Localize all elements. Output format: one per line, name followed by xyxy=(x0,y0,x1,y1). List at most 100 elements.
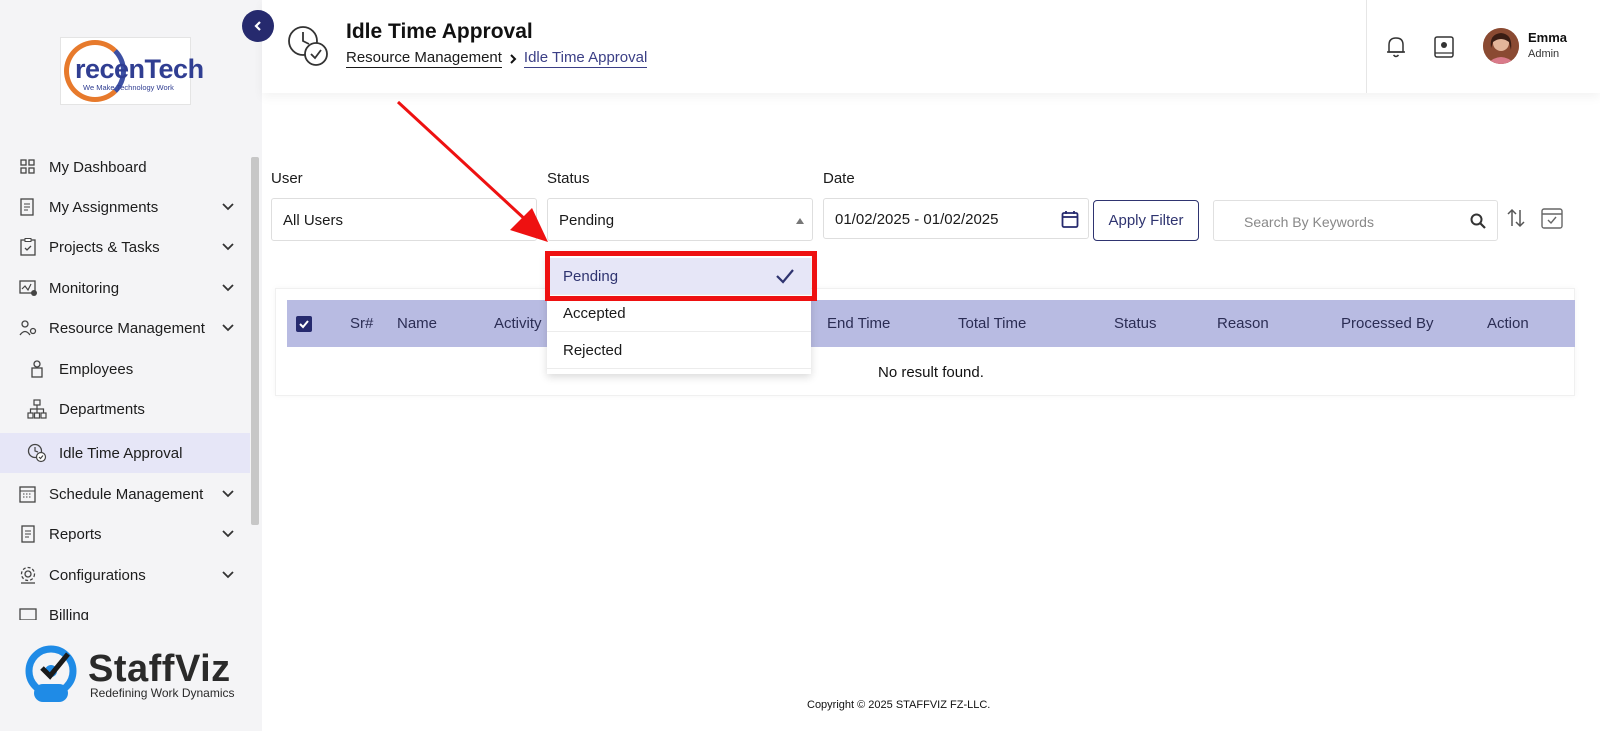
config-gear-icon xyxy=(20,566,36,584)
monitor-icon xyxy=(19,280,37,296)
breadcrumb-idle-time-approval[interactable]: Idle Time Approval xyxy=(523,49,648,68)
option-label: Accepted xyxy=(563,305,626,322)
sidebar-item-label: Billing xyxy=(49,607,90,620)
sidebar-item-employees[interactable]: Employees xyxy=(0,349,250,389)
sidebar-item-resource-management[interactable]: Resource Management xyxy=(0,308,250,348)
chevron-down-icon xyxy=(222,530,234,538)
sidebar-item-my-assignments[interactable]: My Assignments xyxy=(0,187,250,227)
breadcrumb: Resource Management Idle Time Approval xyxy=(346,49,648,68)
sidebar-item-label: Employees xyxy=(59,361,134,378)
employee-icon xyxy=(31,360,43,378)
date-filter-label: Date xyxy=(823,170,855,187)
date-range-value: 01/02/2025 - 01/02/2025 xyxy=(835,211,999,228)
column-header-action[interactable]: Action xyxy=(1487,315,1529,332)
status-select[interactable]: Pending xyxy=(547,198,813,241)
copyright: Copyright © 2025 STAFFVIZ FZ-LLC. xyxy=(807,699,991,711)
header-divider xyxy=(1366,0,1367,93)
empty-table-message: No result found. xyxy=(878,364,984,381)
chevron-right-icon xyxy=(510,53,517,64)
caret-up-icon xyxy=(796,218,804,224)
clipboard-icon xyxy=(20,238,36,256)
billing-icon xyxy=(19,608,37,620)
logo-text: recenTech xyxy=(75,54,204,84)
sidebar-item-label: Resource Management xyxy=(49,320,205,337)
brand-tagline: Redefining Work Dynamics xyxy=(90,686,235,700)
column-header-total-time[interactable]: Total Time xyxy=(958,315,1026,332)
column-header-status[interactable]: Status xyxy=(1114,315,1157,332)
bell-icon[interactable] xyxy=(1383,34,1409,60)
sidebar-nav: My Dashboard My Assignments Projects & T… xyxy=(0,145,250,620)
sidebar-item-configurations[interactable]: Configurations xyxy=(0,555,250,595)
select-all-checkbox[interactable] xyxy=(296,316,312,332)
sidebar-item-label: My Dashboard xyxy=(49,159,147,176)
sidebar-item-departments[interactable]: Departments xyxy=(0,389,250,429)
calendar-check-icon[interactable] xyxy=(1540,206,1564,230)
column-header-reason[interactable]: Reason xyxy=(1217,315,1269,332)
column-header-activity[interactable]: Activity xyxy=(494,315,542,332)
column-header-end-time[interactable]: End Time xyxy=(827,315,890,332)
chevron-down-icon xyxy=(222,284,234,292)
page-header: Idle Time Approval Resource Management I… xyxy=(262,0,1600,93)
chevron-down-icon xyxy=(222,203,234,211)
sidebar-item-label: My Assignments xyxy=(49,199,159,216)
chevron-down-icon xyxy=(222,490,234,498)
sidebar-item-label: Schedule Management xyxy=(49,486,204,503)
apply-filter-button[interactable]: Apply Filter xyxy=(1093,200,1199,241)
calendar-icon xyxy=(19,486,36,503)
user-filter-label: User xyxy=(271,170,303,187)
date-range-input[interactable]: 01/02/2025 - 01/02/2025 xyxy=(823,198,1089,239)
annotation-highlight-box xyxy=(545,251,817,301)
annotation-arrow xyxy=(396,100,548,242)
sidebar-item-billing[interactable]: Billing xyxy=(0,595,250,620)
sidebar-item-monitoring[interactable]: Monitoring xyxy=(0,268,250,308)
clock-check-icon xyxy=(288,26,328,66)
user-name: Emma xyxy=(1528,30,1568,45)
column-header-name[interactable]: Name xyxy=(397,315,437,332)
assignments-icon xyxy=(20,198,34,216)
dashboard-icon xyxy=(20,159,35,174)
sidebar-item-label: Departments xyxy=(59,401,145,418)
option-label: Rejected xyxy=(563,342,623,359)
chevron-down-icon xyxy=(222,243,234,251)
staffviz-logo-icon xyxy=(25,645,77,702)
chevron-down-icon xyxy=(222,324,234,332)
sidebar-scrollbar-thumb[interactable] xyxy=(251,157,259,525)
sidebar-item-schedule-management[interactable]: Schedule Management xyxy=(0,474,250,514)
user-role: Admin xyxy=(1528,48,1560,60)
page-title: Idle Time Approval xyxy=(346,20,533,43)
calendar-icon[interactable] xyxy=(1060,209,1080,229)
sidebar-item-my-dashboard[interactable]: My Dashboard xyxy=(0,147,250,187)
status-option-rejected[interactable]: Rejected xyxy=(547,332,811,369)
sort-icon[interactable] xyxy=(1506,207,1526,229)
org-chart-icon xyxy=(27,399,47,419)
search-input[interactable]: Search By Keywords xyxy=(1213,200,1498,241)
sidebar-item-projects-tasks[interactable]: Projects & Tasks xyxy=(0,227,250,267)
user-select-value: All Users xyxy=(283,212,344,229)
company-logo: recenTech We Make Technology Work xyxy=(60,37,204,105)
sidebar-item-reports[interactable]: Reports xyxy=(0,514,250,554)
sidebar-item-label: Reports xyxy=(49,526,102,543)
sidebar-item-label: Projects & Tasks xyxy=(49,239,160,256)
table-header: Sr# Name Activity End Time Total Time St… xyxy=(287,300,1575,347)
logo-tagline: We Make Technology Work xyxy=(83,83,174,92)
app-root: recenTech We Make Technology Work My Das… xyxy=(0,0,1600,731)
avatar-image xyxy=(1483,28,1519,64)
help-book-icon[interactable] xyxy=(1431,34,1457,60)
search-placeholder: Search By Keywords xyxy=(1244,214,1374,230)
sidebar-item-idle-time-approval[interactable]: Idle Time Approval xyxy=(0,433,250,473)
staffviz-brand: StaffViz Redefining Work Dynamics xyxy=(24,644,244,706)
breadcrumb-resource-management[interactable]: Resource Management xyxy=(346,49,502,68)
column-header-sr[interactable]: Sr# xyxy=(350,315,373,332)
brand-name: StaffViz xyxy=(88,648,231,690)
sidebar-item-label: Configurations xyxy=(49,567,146,584)
sidebar-collapse-button[interactable] xyxy=(242,10,274,42)
avatar[interactable] xyxy=(1483,28,1519,64)
chevron-down-icon xyxy=(222,571,234,579)
search-icon[interactable] xyxy=(1469,212,1487,230)
check-icon xyxy=(299,320,309,329)
sidebar-item-label: Monitoring xyxy=(49,280,120,297)
clock-check-icon xyxy=(27,443,47,463)
sidebar-item-label: Idle Time Approval xyxy=(59,445,183,462)
report-icon xyxy=(21,525,35,543)
column-header-processed-by[interactable]: Processed By xyxy=(1341,315,1434,332)
